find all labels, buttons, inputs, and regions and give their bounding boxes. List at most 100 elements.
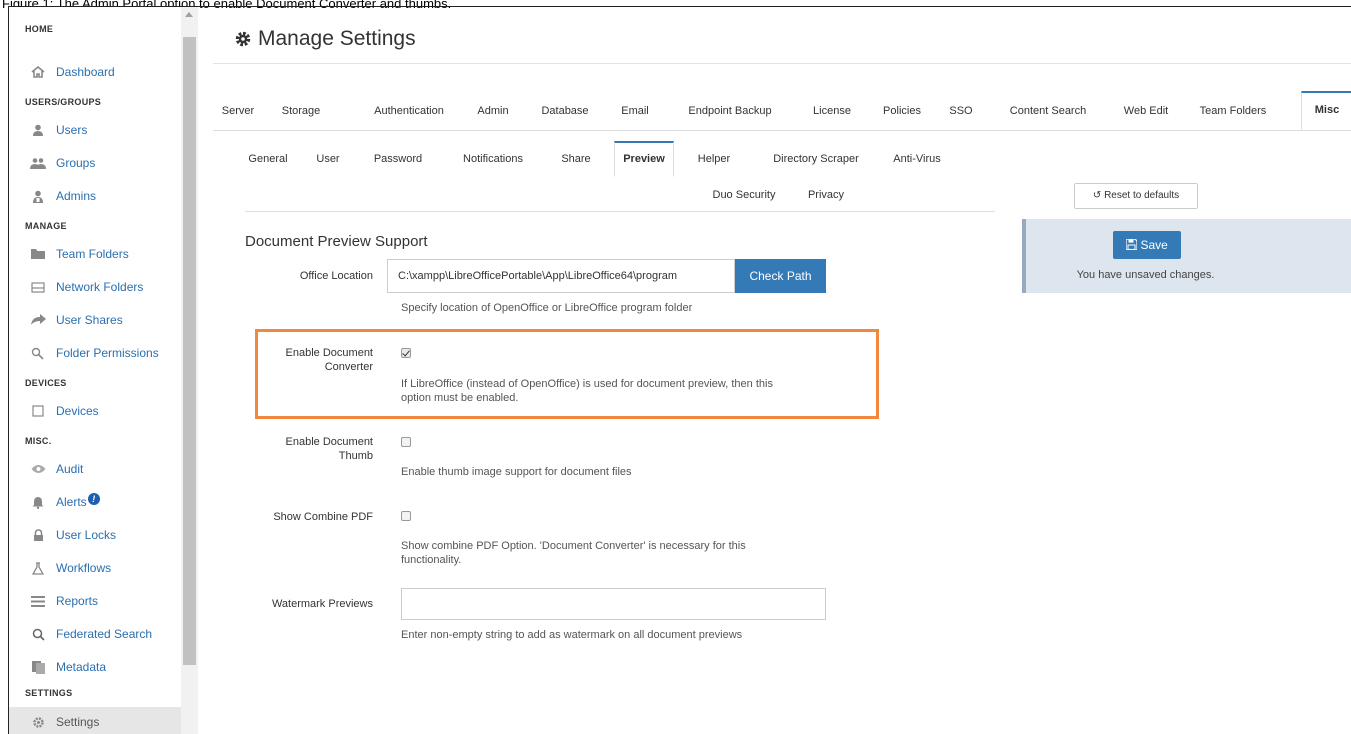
- subtab-notifications[interactable]: Notifications: [453, 141, 533, 177]
- subtab-divider: [245, 211, 995, 212]
- tab-admin[interactable]: Admin: [473, 92, 513, 130]
- tab-policies[interactable]: Policies: [877, 92, 927, 130]
- subtab-helper[interactable]: Helper: [691, 141, 737, 177]
- tab-database[interactable]: Database: [536, 92, 594, 130]
- reset-defaults-button[interactable]: ↺ Reset to defaults: [1074, 183, 1198, 209]
- page-title: Manage Settings: [234, 27, 416, 51]
- watermark-input[interactable]: [401, 588, 826, 620]
- scroll-thumb[interactable]: [183, 37, 196, 665]
- sidebar-item-workflows[interactable]: Workflows: [9, 553, 181, 583]
- save-button[interactable]: Save: [1113, 231, 1181, 259]
- tab-team-folders[interactable]: Team Folders: [1193, 92, 1273, 130]
- subtab-user[interactable]: User: [311, 141, 345, 177]
- combine-pdf-checkbox[interactable]: [401, 511, 411, 521]
- flask-icon: [30, 560, 46, 576]
- doc-thumb-checkbox[interactable]: [401, 437, 411, 447]
- sidebar-item-label: Users: [56, 123, 88, 137]
- tab-misc[interactable]: Misc: [1301, 91, 1351, 130]
- settings-tabs: Server Storage Authentication Admin Data…: [213, 91, 1351, 131]
- office-location-label: Office Location: [299, 270, 373, 282]
- highlight-box: [255, 329, 879, 419]
- groups-icon: [30, 155, 46, 171]
- misc-subtabs: General User Password Notifications Shar…: [245, 141, 995, 213]
- home-icon: [30, 64, 46, 80]
- sidebar-section-settings: SETTINGS: [25, 688, 73, 698]
- alerts-badge: !: [87, 493, 100, 505]
- title-divider: [213, 63, 1351, 64]
- tab-content-search[interactable]: Content Search: [1001, 92, 1095, 130]
- sidebar-scrollbar[interactable]: [181, 7, 198, 734]
- sidebar-item-label: Alerts: [56, 495, 87, 509]
- section-title: Document Preview Support: [245, 233, 428, 250]
- sidebar-item-users[interactable]: Users: [9, 115, 181, 145]
- network-folder-icon: [30, 279, 46, 295]
- device-icon: [30, 403, 46, 419]
- gear-icon: [30, 714, 46, 730]
- subtab-preview[interactable]: Preview: [614, 141, 674, 177]
- list-icon: [30, 593, 46, 609]
- combine-pdf-label: Show Combine PDF: [273, 511, 373, 523]
- sidebar-item-audit[interactable]: Audit: [9, 454, 181, 484]
- tab-web-edit[interactable]: Web Edit: [1116, 92, 1176, 130]
- sidebar-item-label: Metadata: [56, 660, 107, 674]
- doc-converter-hint-line2: option must be enabled.: [401, 392, 519, 404]
- tab-storage[interactable]: Storage: [275, 92, 327, 130]
- watermark-label: Watermark Previews: [271, 598, 373, 610]
- sidebar-item-user-shares[interactable]: User Shares: [9, 305, 181, 335]
- sidebar-item-devices[interactable]: Devices: [9, 396, 181, 426]
- scroll-up-arrow[interactable]: [185, 12, 193, 17]
- sidebar-item-label: User Shares: [56, 313, 123, 327]
- sidebar-item-alerts[interactable]: Alerts !: [9, 487, 181, 517]
- sidebar-item-federated-search[interactable]: Federated Search: [9, 619, 181, 649]
- office-location-input[interactable]: C:\xampp\LibreOfficePortable\App\LibreOf…: [387, 259, 735, 293]
- sidebar-item-groups[interactable]: Groups: [9, 148, 181, 178]
- tab-endpoint-backup[interactable]: Endpoint Backup: [681, 92, 779, 130]
- watermark-hint: Enter non-empty string to add as waterma…: [401, 629, 743, 641]
- page-title-text: Manage Settings: [258, 27, 416, 50]
- sidebar-item-network-folders[interactable]: Network Folders: [9, 272, 181, 302]
- sidebar-item-settings[interactable]: Settings: [9, 707, 181, 734]
- sidebar-item-user-locks[interactable]: User Locks: [9, 520, 181, 550]
- admin-icon: [30, 188, 46, 204]
- tab-license[interactable]: License: [809, 92, 855, 130]
- reset-defaults-label: Reset to defaults: [1104, 190, 1180, 201]
- sidebar-item-label: Team Folders: [56, 247, 129, 261]
- sidebar-item-reports[interactable]: Reports: [9, 586, 181, 616]
- subtab-directory-scraper[interactable]: Directory Scraper: [763, 141, 869, 177]
- doc-converter-hint-line1: If LibreOffice (instead of OpenOffice) i…: [401, 378, 773, 390]
- sidebar-item-label: Folder Permissions: [56, 346, 159, 360]
- sidebar-item-admins[interactable]: Admins: [9, 181, 181, 211]
- doc-converter-label: Enable Document Converter: [233, 346, 373, 374]
- folder-permissions-icon: [30, 345, 46, 361]
- subtab-password[interactable]: Password: [369, 141, 427, 177]
- sidebar-item-label: Network Folders: [56, 280, 144, 294]
- sidebar-section-manage: MANAGE: [25, 221, 67, 231]
- subtab-privacy[interactable]: Privacy: [803, 177, 849, 213]
- combine-pdf-hint: Show combine PDF Option. 'Document Conve…: [401, 539, 746, 567]
- sidebar-item-folder-permissions[interactable]: Folder Permissions: [9, 338, 181, 368]
- sidebar-item-label: User Locks: [56, 528, 117, 542]
- combine-pdf-hint-line2: functionality.: [401, 554, 462, 566]
- subtab-duo-security[interactable]: Duo Security: [705, 177, 783, 213]
- undo-icon: ↺: [1092, 190, 1102, 201]
- sidebar-item-team-folders[interactable]: Team Folders: [9, 239, 181, 269]
- sidebar-item-label: Admins: [56, 189, 97, 203]
- doc-converter-checkbox[interactable]: [401, 348, 411, 358]
- subtab-general[interactable]: General: [245, 141, 291, 177]
- tab-email[interactable]: Email: [615, 92, 655, 130]
- sidebar-item-metadata[interactable]: Metadata: [9, 652, 181, 682]
- tab-authentication[interactable]: Authentication: [365, 92, 453, 130]
- subtab-anti-virus[interactable]: Anti-Virus: [887, 141, 947, 177]
- subtab-share[interactable]: Share: [557, 141, 595, 177]
- sidebar-section-home: HOME: [25, 24, 54, 34]
- tab-sso[interactable]: SSO: [946, 92, 976, 130]
- screenshot-frame: HOME Dashboard USERS/GROUPS Users Groups…: [8, 6, 1351, 734]
- save-label: Save: [1140, 238, 1168, 252]
- sidebar: HOME Dashboard USERS/GROUPS Users Groups…: [9, 7, 181, 734]
- sidebar-item-label: Groups: [56, 156, 96, 170]
- check-path-button[interactable]: Check Path: [735, 259, 826, 293]
- sidebar-item-dashboard[interactable]: Dashboard: [9, 57, 181, 87]
- tab-server[interactable]: Server: [213, 92, 263, 130]
- metadata-icon: [30, 659, 46, 675]
- lock-icon: [30, 527, 46, 543]
